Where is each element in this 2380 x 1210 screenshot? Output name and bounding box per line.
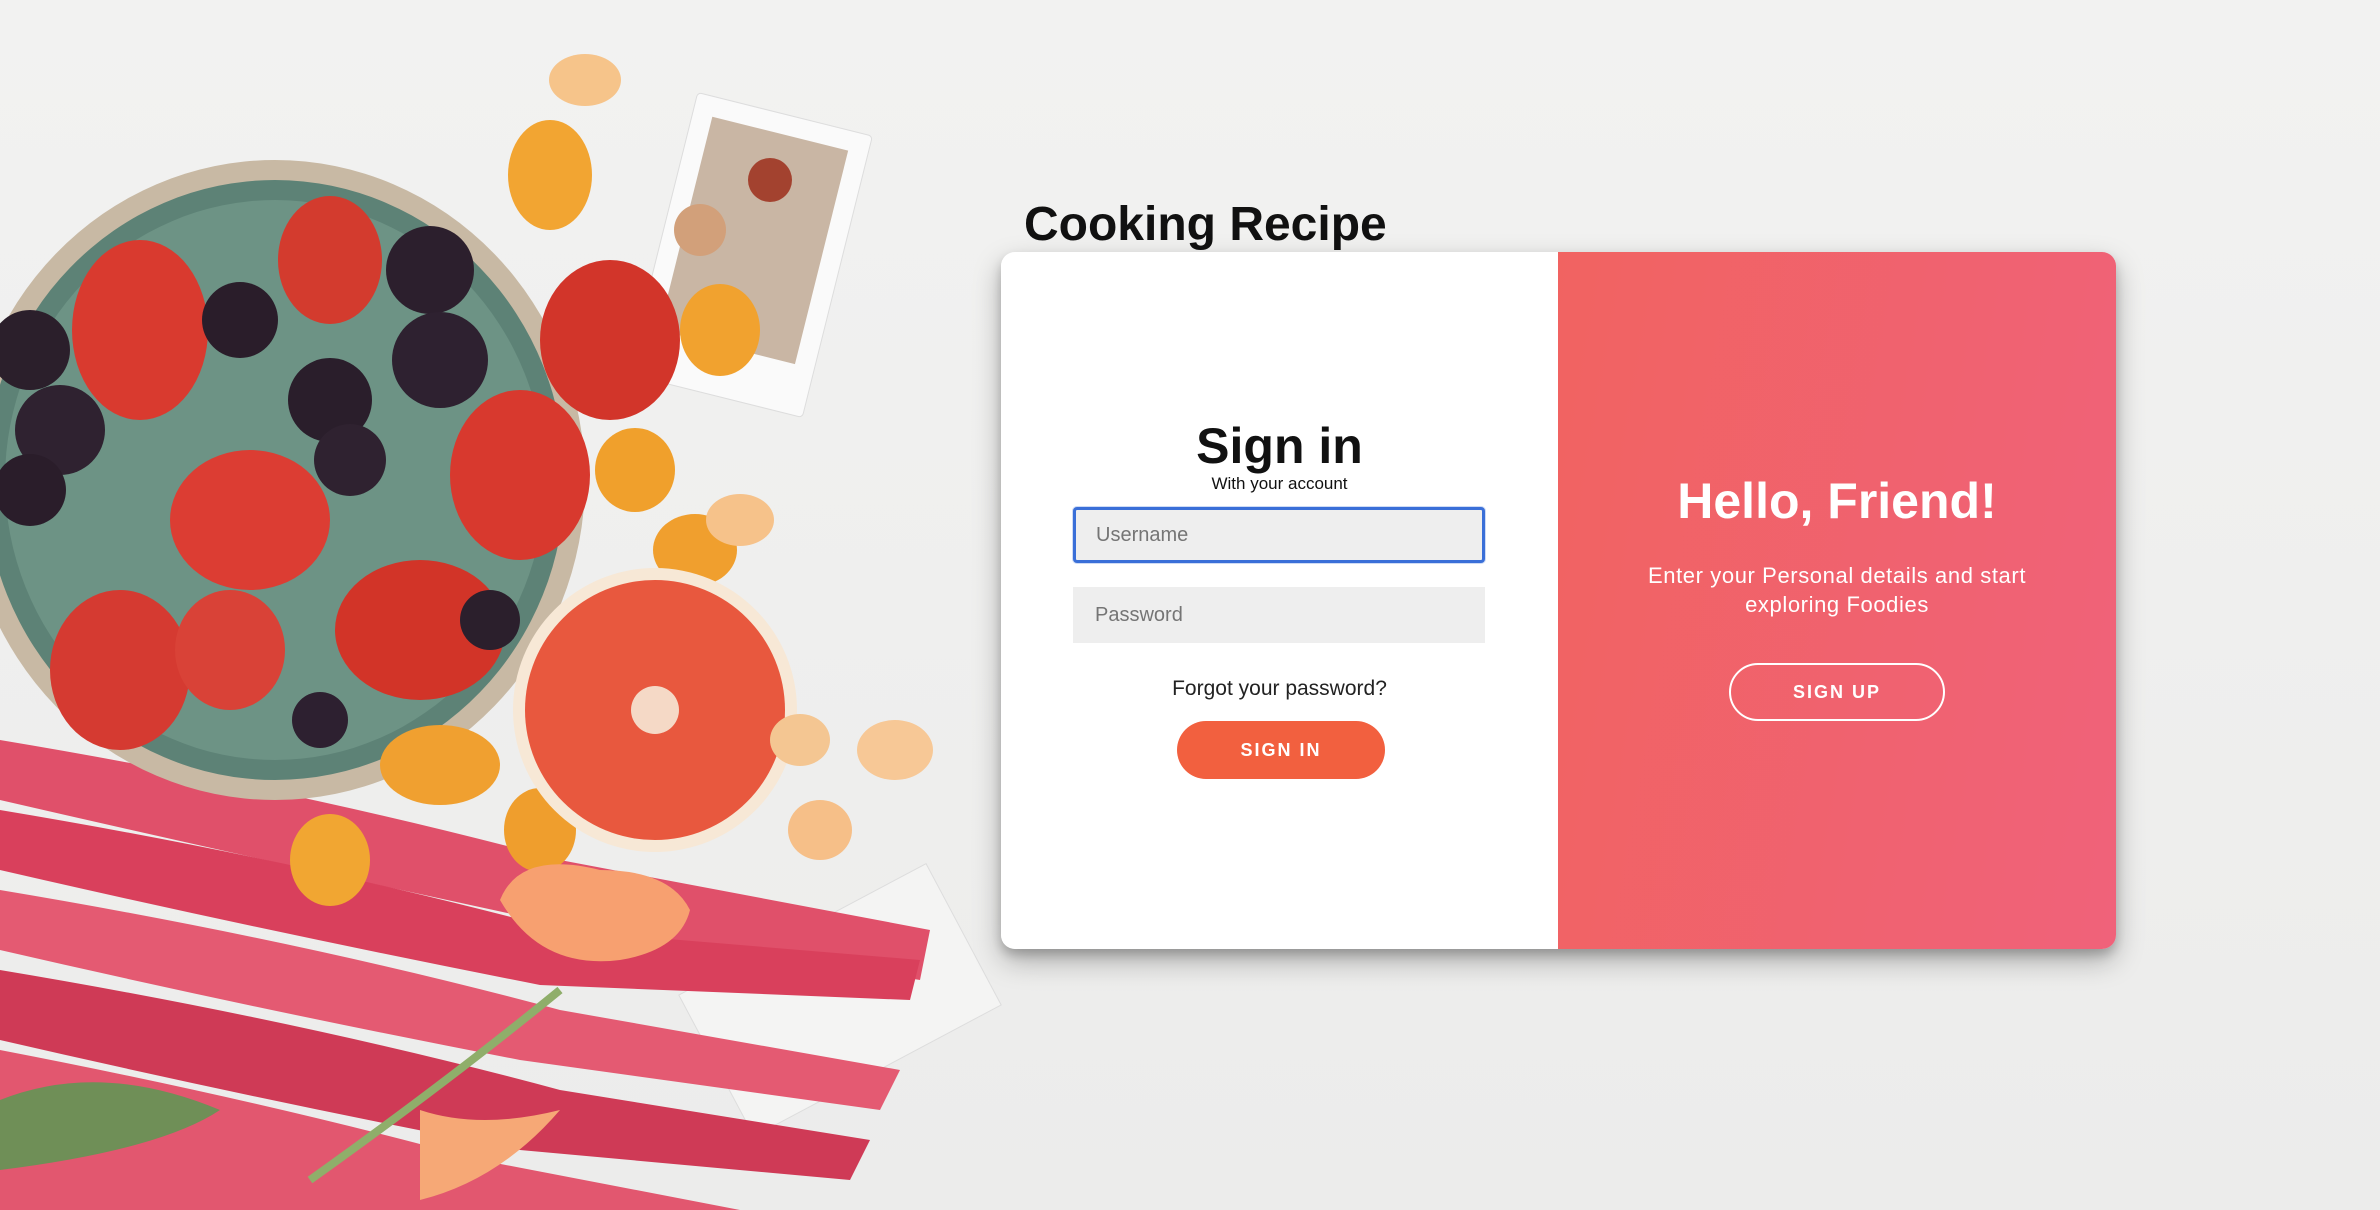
welcome-text: Enter your Personal details and start ex… xyxy=(1647,563,2027,617)
forgot-password-link[interactable]: Forgot your password? xyxy=(1001,676,1558,702)
welcome-heading: Hello, Friend! xyxy=(1677,473,1997,529)
auth-card: Sign in With your account Forgot your pa… xyxy=(1001,252,2116,949)
app-title: Cooking Recipe xyxy=(1024,198,1387,251)
background-food-photo xyxy=(0,0,1010,1210)
signin-heading: Sign in xyxy=(1196,418,1363,474)
sign-in-button[interactable]: SIGN IN xyxy=(1177,721,1385,779)
password-field[interactable] xyxy=(1073,587,1485,643)
signin-subtitle: With your account xyxy=(1211,474,1348,493)
food-illustration xyxy=(0,54,1002,1210)
blood-orange-half xyxy=(513,568,797,852)
signin-panel: Sign in With your account Forgot your pa… xyxy=(1001,252,1558,949)
sign-up-button[interactable]: SIGN UP xyxy=(1729,663,1945,721)
welcome-panel: Hello, Friend! Enter your Personal detai… xyxy=(1558,252,2116,949)
username-field[interactable] xyxy=(1073,507,1485,563)
